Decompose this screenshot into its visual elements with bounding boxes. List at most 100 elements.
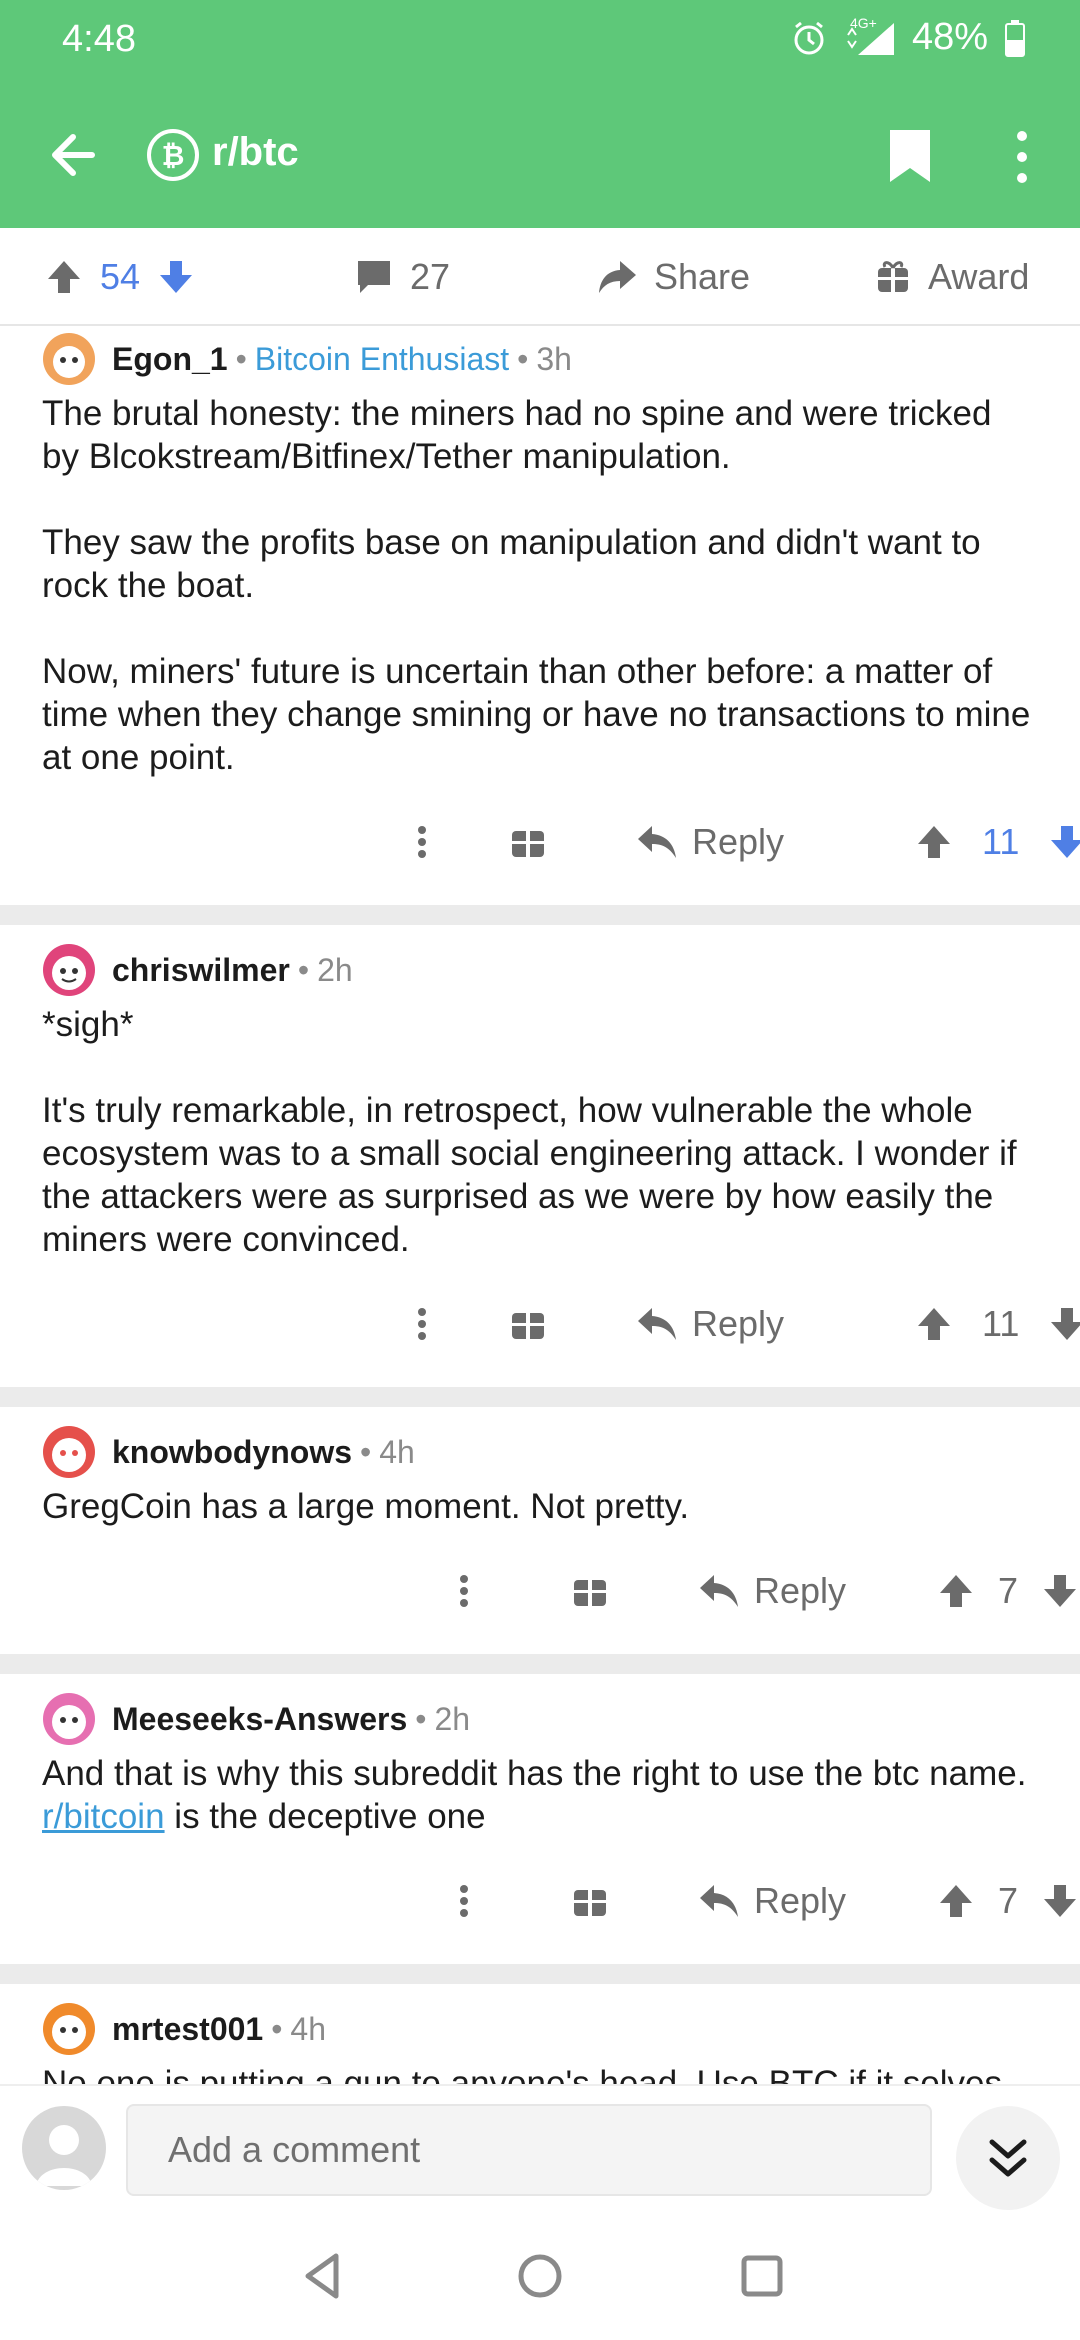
downvote-icon[interactable] (1047, 822, 1080, 862)
comment-input[interactable]: Add a comment (126, 2104, 932, 2196)
comment-header: Egon_1 • Bitcoin Enthusiast • 3h (42, 326, 1038, 392)
gift-icon[interactable] (572, 1528, 608, 1654)
upvote-icon[interactable] (914, 1304, 954, 1344)
reply-arrow-icon (700, 1885, 738, 1917)
gift-icon[interactable] (572, 1838, 608, 1964)
comment-count: 27 (410, 256, 451, 297)
more-vertical-icon[interactable] (454, 1838, 474, 1964)
comment-vote: 7 (936, 1528, 1080, 1654)
double-chevron-down-icon[interactable] (956, 2106, 1060, 2210)
comment-age: 4h (379, 1433, 415, 1470)
gift-icon[interactable] (510, 1261, 546, 1387)
upvote-icon[interactable] (44, 257, 84, 297)
comment-vote: 7 (936, 1838, 1080, 1964)
back-arrow-icon[interactable] (40, 120, 110, 190)
comment-divider (0, 1964, 1080, 1984)
comment-header: mrtest001 • 4h (42, 1996, 1038, 2062)
status-bar: 4:48 4G+ 48% (0, 0, 1080, 80)
reply-label: Reply (754, 1880, 847, 1921)
reply-button[interactable]: Reply (636, 779, 784, 905)
comment-paragraph: And that is why this subreddit has the r… (42, 1752, 1038, 1838)
downvote-icon[interactable] (156, 257, 196, 297)
comment: knowbodynows • 4h GregCoin has a large m… (0, 1407, 1080, 1654)
comment-text: And that is why this subreddit has the r… (42, 1754, 1027, 1793)
user-avatar-icon[interactable] (42, 332, 96, 386)
separator-dot: • (360, 1433, 372, 1470)
comment-author[interactable]: knowbodynows (112, 1434, 352, 1471)
comment-age: 3h (536, 340, 572, 377)
reply-arrow-icon (700, 1575, 738, 1607)
user-avatar-icon[interactable] (42, 1692, 96, 1746)
share-button[interactable]: Share (596, 228, 750, 326)
gift-icon (878, 261, 908, 292)
more-vertical-icon[interactable] (412, 779, 432, 905)
subreddit-name[interactable]: r/btc (212, 130, 299, 175)
bookmark-icon[interactable] (880, 124, 940, 188)
user-avatar-icon[interactable] (42, 2002, 96, 2056)
reply-label: Reply (692, 1303, 785, 1344)
comment-author[interactable]: Meeseeks-Answers (112, 1701, 407, 1738)
comments-button[interactable]: 27 (354, 228, 450, 326)
compose-bar: Add a comment (0, 2084, 1080, 2214)
more-vertical-icon[interactable] (412, 1261, 432, 1387)
comment-author[interactable]: mrtest001 (112, 2011, 263, 2048)
comment-paragraph: Now, miners' future is uncertain than ot… (42, 652, 1031, 777)
nav-back-icon[interactable] (290, 2244, 354, 2308)
upvote-icon[interactable] (914, 822, 954, 862)
user-flair: Bitcoin Enthusiast (254, 340, 510, 377)
comment-header: Meeseeks-Answers • 2h (42, 1686, 1038, 1752)
app-header: 4:48 4G+ 48% ₿ r/btc (0, 0, 1080, 228)
downvote-icon[interactable] (1040, 1571, 1080, 1611)
comment-author[interactable]: Egon_1 (112, 341, 228, 378)
comment-paragraph: They saw the profits base on manipulatio… (42, 523, 981, 605)
system-nav-bar (0, 2214, 1080, 2340)
comment-paragraph: GregCoin has a large moment. Not pretty. (42, 1487, 690, 1526)
upvote-icon[interactable] (936, 1881, 976, 1921)
post-vote: 54 (44, 228, 196, 326)
reply-arrow-icon (638, 826, 676, 858)
status-time: 4:48 (62, 18, 136, 60)
app-bar: ₿ r/btc (0, 110, 1080, 200)
battery-percent: 48% (911, 16, 988, 58)
reply-label: Reply (692, 821, 785, 862)
more-vertical-icon[interactable] (1000, 122, 1044, 192)
comment-actions: Reply 7 (42, 1838, 1077, 1964)
comment-author[interactable]: chriswilmer (112, 952, 290, 989)
downvote-icon[interactable] (1040, 1881, 1080, 1921)
gift-icon[interactable] (510, 779, 546, 905)
comment-header: chriswilmer • 2h (42, 937, 1038, 1003)
award-button[interactable]: Award (874, 228, 1029, 326)
nav-recents-icon[interactable] (730, 2244, 794, 2308)
separator-dot: • (271, 2010, 283, 2047)
comment-text: is the deceptive one (164, 1797, 486, 1836)
upvote-icon[interactable] (936, 1571, 976, 1611)
network-icon: 4G+ (844, 15, 896, 57)
svg-text:₿: ₿ (162, 139, 185, 172)
reply-button[interactable]: Reply (698, 1838, 846, 1964)
comment-actions: Reply 11 (42, 1261, 1080, 1387)
reply-button[interactable]: Reply (698, 1528, 846, 1654)
share-icon (599, 261, 636, 293)
more-vertical-icon[interactable] (454, 1528, 474, 1654)
comment-age: 2h (434, 1700, 471, 1737)
comment-header: knowbodynows • 4h (42, 1419, 1038, 1485)
comment: Meeseeks-Answers • 2h And that is why th… (0, 1674, 1080, 1964)
comment-score: 7 (998, 1880, 1019, 1921)
separator-dot: • (517, 340, 529, 377)
bitcoin-subreddit-icon[interactable]: ₿ (146, 128, 200, 182)
comment-paragraph: *sigh* (42, 1005, 134, 1044)
user-avatar-icon[interactable] (42, 943, 96, 997)
post-score: 54 (100, 256, 141, 297)
comment-body: *sigh* It's truly remarkable, in retrosp… (42, 1003, 1038, 1261)
comment-age: 2h (317, 951, 353, 988)
nav-home-icon[interactable] (508, 2244, 572, 2308)
comment-paragraph: No one is putting a gun to anyone's head… (42, 2064, 1003, 2084)
user-avatar-icon[interactable] (42, 1425, 96, 1479)
reply-button[interactable]: Reply (636, 1261, 784, 1387)
downvote-icon[interactable] (1047, 1304, 1080, 1344)
reply-label: Reply (754, 1570, 847, 1611)
subreddit-link[interactable]: r/bitcoin (42, 1797, 165, 1836)
my-avatar-icon[interactable] (22, 2106, 106, 2190)
separator-dot: • (297, 951, 310, 988)
comment: mrtest001 • 4h No one is putting a gun t… (0, 1984, 1080, 2084)
